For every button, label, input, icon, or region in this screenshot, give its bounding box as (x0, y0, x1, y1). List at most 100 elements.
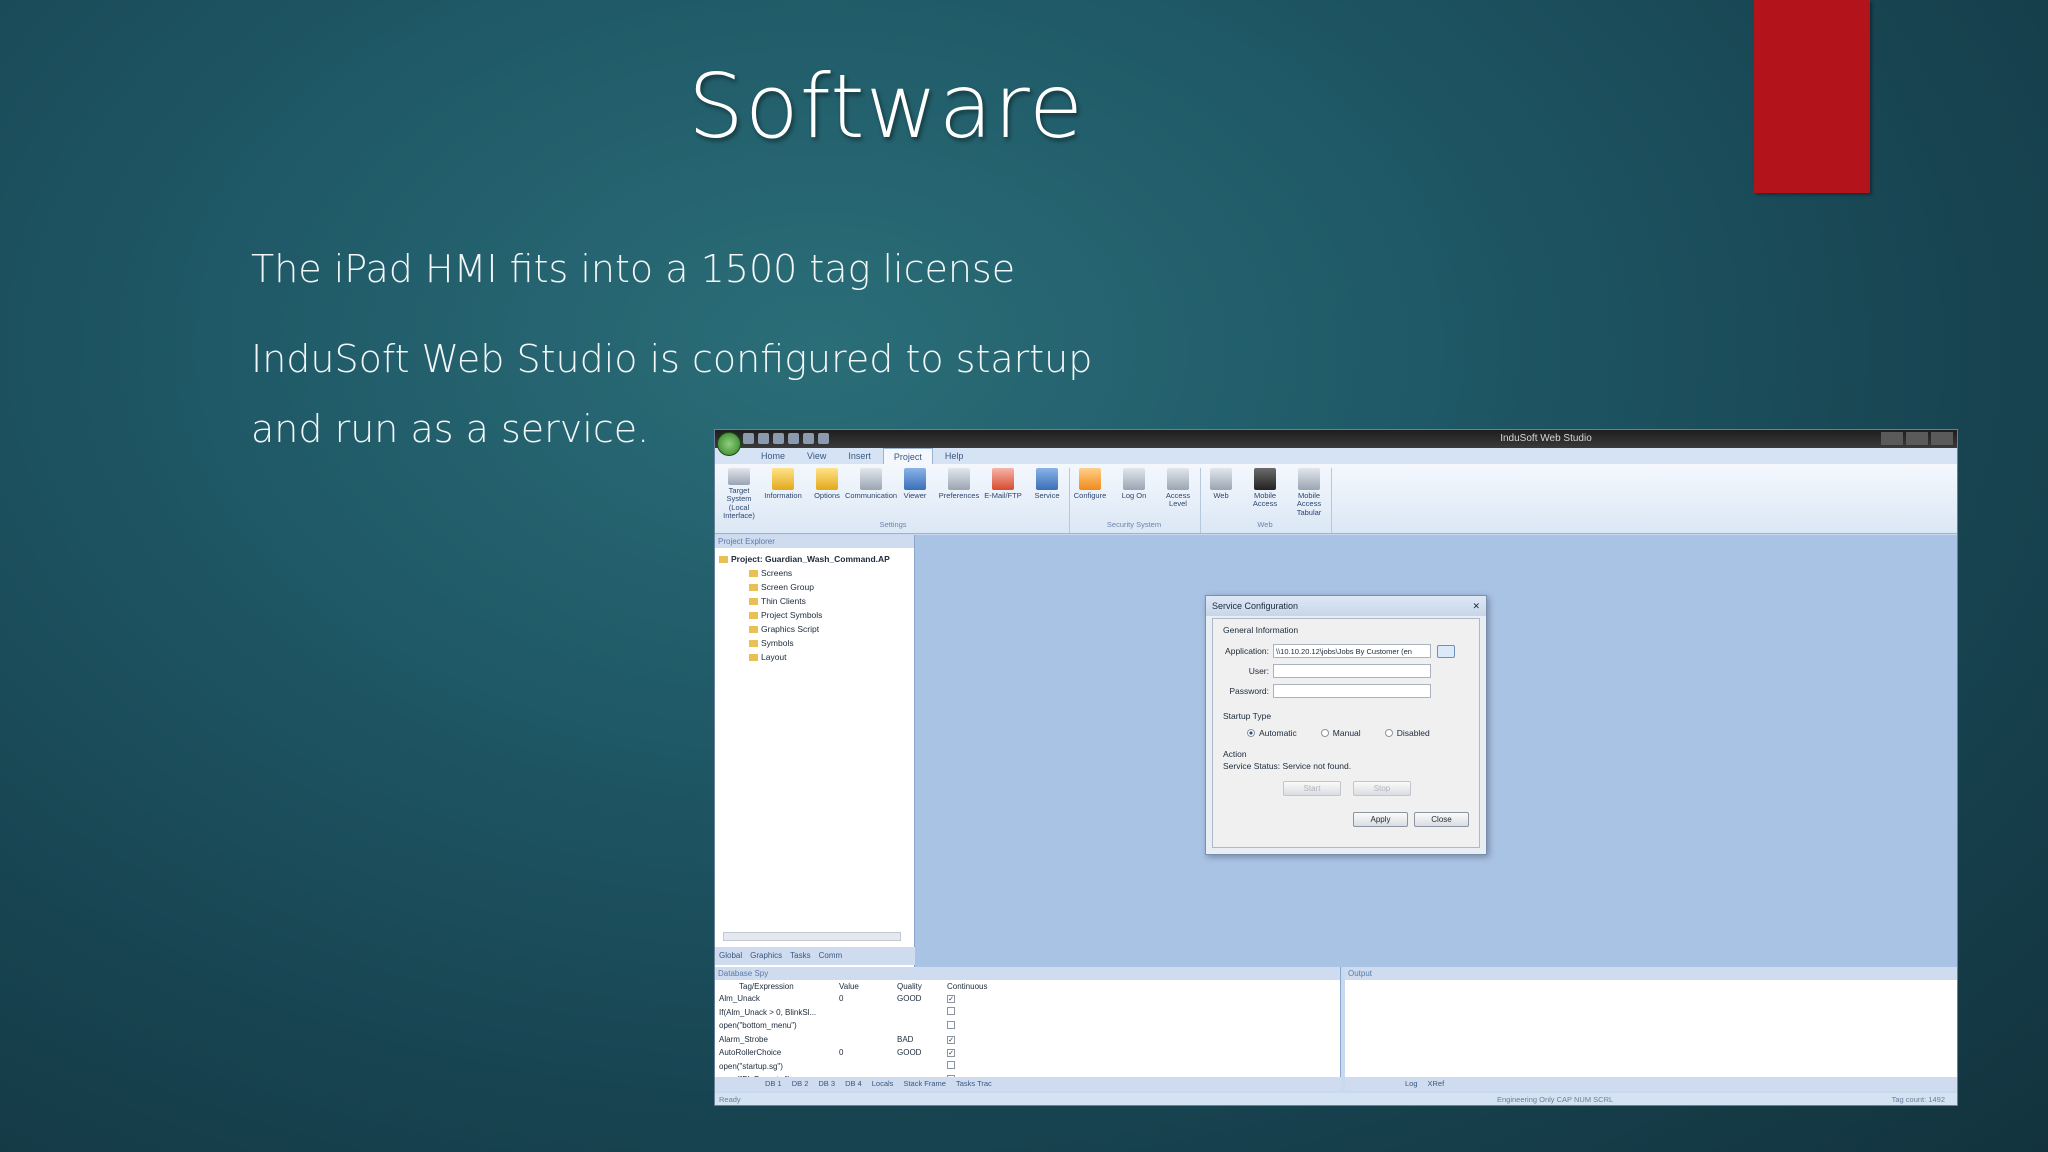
mobile-access-button[interactable]: Mobile Access (1245, 468, 1285, 520)
tab-stack-frame[interactable]: Stack Frame (903, 1079, 946, 1091)
ribbon-group-security: Configure Log On Access Level Security S… (1070, 468, 1201, 533)
tab-log[interactable]: Log (1405, 1079, 1418, 1091)
tree-root[interactable]: Project: Guardian_Wash_Command.AP (719, 552, 910, 566)
maximize-button[interactable] (1906, 432, 1928, 445)
tab-graphics[interactable]: Graphics (750, 951, 782, 961)
tab-home[interactable]: Home (751, 448, 795, 464)
table-row[interactable]: Alm_Unack 0 GOOD ✓ (715, 992, 991, 1006)
tree-item-screens[interactable]: Screens (719, 566, 910, 580)
general-information-label: General Information (1223, 625, 1299, 635)
output-tabs: Log XRef (1345, 1077, 1957, 1091)
start-button[interactable]: Start (1283, 781, 1341, 796)
tab-insert[interactable]: Insert (838, 448, 881, 464)
dialog-close-icon[interactable]: ✕ (1472, 601, 1480, 611)
tab-global[interactable]: Global (719, 951, 742, 961)
tab-locals[interactable]: Locals (872, 1079, 894, 1091)
tree-item-screen-group[interactable]: Screen Group (719, 580, 910, 594)
user-label: User: (1248, 666, 1269, 676)
configure-button[interactable]: Configure (1070, 468, 1110, 520)
minimize-button[interactable] (1881, 432, 1903, 445)
stop-button[interactable]: Stop (1353, 781, 1411, 796)
database-spy: Database Spy Tag/Expression Value Qualit… (715, 967, 1341, 1091)
application-field[interactable]: \\10.10.20.12\jobs\Jobs By Customer (en (1273, 644, 1431, 658)
radio-manual[interactable]: Manual (1320, 728, 1361, 738)
tab-view[interactable]: View (797, 448, 836, 464)
access-level-button[interactable]: Access Level (1158, 468, 1198, 520)
tab-tasks[interactable]: Tasks (790, 951, 810, 961)
application-label: Application: (1225, 646, 1269, 656)
web-icon (1210, 468, 1232, 490)
ribbon-group-web: Web Mobile Access Mobile Access Tabular … (1201, 468, 1332, 533)
preferences-icon (948, 468, 970, 490)
radio-automatic[interactable]: Automatic (1247, 728, 1297, 738)
service-button[interactable]: Service (1027, 468, 1067, 520)
continuous-checkbox[interactable]: ✓ (947, 995, 955, 1004)
radio-disabled[interactable]: Disabled (1384, 728, 1430, 738)
log-on-icon (1123, 468, 1145, 490)
tab-db3[interactable]: DB 3 (818, 1079, 835, 1091)
target-system-icon (728, 468, 750, 485)
app-orb-icon[interactable] (717, 432, 741, 456)
browse-button[interactable] (1437, 644, 1455, 658)
tab-db2[interactable]: DB 2 (792, 1079, 809, 1091)
log-on-button[interactable]: Log On (1114, 468, 1154, 520)
close-dialog-button[interactable]: Close (1414, 812, 1469, 827)
email-ftp-button[interactable]: E-Mail/FTP (983, 468, 1023, 520)
service-status-label: Service Status: (1223, 761, 1281, 771)
viewer-icon (904, 468, 926, 490)
output-header: Output (1345, 967, 1957, 980)
close-button[interactable] (1931, 432, 1953, 445)
password-field[interactable] (1273, 684, 1431, 698)
project-icon (719, 555, 728, 563)
tab-xref[interactable]: XRef (1428, 1079, 1445, 1091)
tree-item-layout[interactable]: Layout (719, 650, 910, 664)
status-tag-count: Tag count: 1492 (1891, 1095, 1945, 1104)
dialog-titlebar: Service Configuration ✕ (1206, 596, 1486, 616)
table-row[interactable]: open("startup.sg") (715, 1060, 991, 1074)
tablet-icon (1298, 468, 1320, 490)
tree-item-project-symbols[interactable]: Project Symbols (719, 608, 910, 622)
layout-icon (749, 653, 758, 661)
tree-item-symbols[interactable]: Symbols (719, 636, 910, 650)
bullet-2: InduSoft Web Studio is configured to sta… (251, 337, 1093, 381)
table-row[interactable]: open("bottom_menu") (715, 1019, 991, 1033)
horizontal-scrollbar[interactable] (723, 932, 901, 941)
apply-button[interactable]: Apply (1353, 812, 1408, 827)
continuous-checkbox[interactable] (947, 1020, 955, 1029)
bullet-3: and run as a service. (251, 407, 650, 451)
group-label-settings: Settings (879, 520, 907, 529)
bullet-1: The iPad HMI fits into a 1500 tag licens… (251, 247, 1016, 291)
preferences-button[interactable]: Preferences (939, 468, 979, 520)
viewer-button[interactable]: Viewer (895, 468, 935, 520)
tab-db1[interactable]: DB 1 (765, 1079, 782, 1091)
information-button[interactable]: Information (763, 468, 803, 520)
communication-icon (860, 468, 882, 490)
col-tag: Tag/Expression (739, 981, 794, 991)
continuous-checkbox[interactable] (947, 1007, 955, 1016)
tab-help[interactable]: Help (935, 448, 974, 464)
options-icon (816, 468, 838, 490)
tree-item-graphics-script[interactable]: Graphics Script (719, 622, 910, 636)
user-field[interactable] (1273, 664, 1431, 678)
status-bar: Ready Engineering Only CAP NUM SCRL Tag … (715, 1093, 1957, 1105)
communication-button[interactable]: Communication (845, 468, 897, 520)
target-system-button[interactable]: Target System (Local Interface) (719, 468, 759, 520)
tab-tasks-trace[interactable]: Tasks Trac (956, 1079, 992, 1091)
mobile-icon (1254, 468, 1276, 490)
continuous-checkbox[interactable]: ✓ (947, 1035, 955, 1044)
table-row[interactable]: Alarm_Strobe BAD ✓ (715, 1033, 991, 1047)
tab-comm[interactable]: Comm (819, 951, 843, 961)
continuous-checkbox[interactable]: ✓ (947, 1049, 955, 1058)
tree-item-thin-clients[interactable]: Thin Clients (719, 594, 910, 608)
web-button[interactable]: Web (1201, 468, 1241, 520)
table-row[interactable]: If(Alm_Unack > 0, BlinkSl... (715, 1006, 991, 1020)
continuous-checkbox[interactable] (947, 1061, 955, 1070)
email-icon (992, 468, 1014, 490)
window-titlebar: InduSoft Web Studio (715, 430, 1957, 448)
options-button[interactable]: Options (807, 468, 847, 520)
mobile-access-tabular-button[interactable]: Mobile Access Tabular (1289, 468, 1329, 520)
table-row[interactable]: AutoRollerChoice 0 GOOD ✓ (715, 1046, 991, 1060)
tab-project[interactable]: Project (882, 448, 933, 464)
database-spy-tabs: DB 1 DB 2 DB 3 DB 4 Locals Stack Frame T… (715, 1077, 1341, 1091)
tab-db4[interactable]: DB 4 (845, 1079, 862, 1091)
